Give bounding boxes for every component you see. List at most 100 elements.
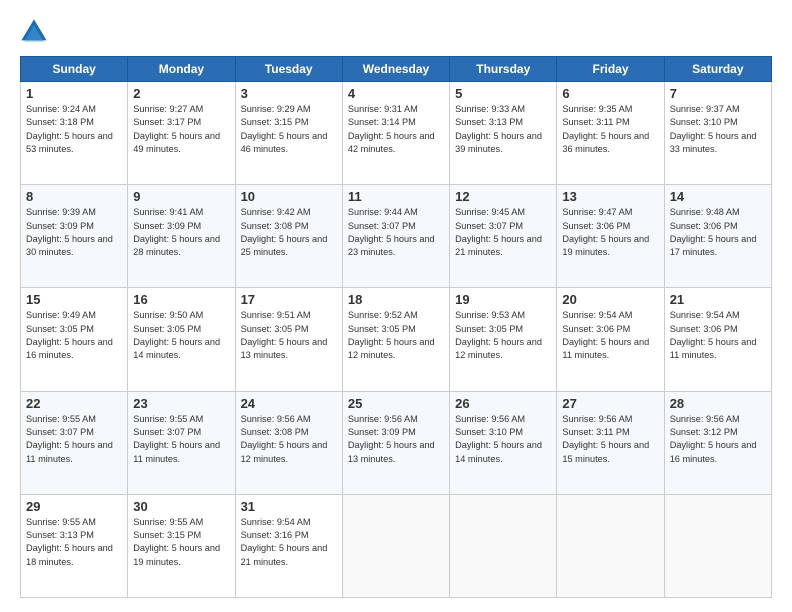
calendar-cell: 17 Sunrise: 9:51 AMSunset: 3:05 PMDayligh…: [235, 288, 342, 391]
calendar-cell: 3Sunrise: 9:29 AMSunset: 3:15 PMDaylight…: [235, 82, 342, 185]
cell-details: Sunrise: 9:56 AMSunset: 3:08 PMDaylight:…: [241, 413, 337, 466]
day-number: 14: [670, 189, 766, 204]
calendar-cell: 30Sunrise: 9:55 AMSunset: 3:15 PMDayligh…: [128, 494, 235, 597]
day-number: 17: [241, 292, 337, 307]
calendar-cell: 23 Sunrise: 9:55 AMSunset: 3:07 PMDayligh…: [128, 391, 235, 494]
calendar-cell: 28 Sunrise: 9:56 AMSunset: 3:12 PMDayligh…: [664, 391, 771, 494]
cell-details: Sunrise: 9:55 AMSunset: 3:07 PMDaylight:…: [133, 413, 229, 466]
cell-details: Sunrise: 9:42 AMSunset: 3:08 PMDaylight:…: [241, 206, 337, 259]
day-number: 15: [26, 292, 122, 307]
calendar-cell: 22 Sunrise: 9:55 AMSunset: 3:07 PMDayligh…: [21, 391, 128, 494]
calendar-cell: 2 Sunrise: 9:27 AMSunset: 3:17 PMDaylight…: [128, 82, 235, 185]
cell-details: Sunrise: 9:37 AMSunset: 3:10 PMDaylight:…: [670, 103, 766, 156]
cell-details: Sunrise: 9:49 AMSunset: 3:05 PMDaylight:…: [26, 309, 122, 362]
calendar-header-wednesday: Wednesday: [342, 57, 449, 82]
day-number: 25: [348, 396, 444, 411]
calendar-cell: 12 Sunrise: 9:45 AMSunset: 3:07 PMDayligh…: [450, 185, 557, 288]
calendar-header-thursday: Thursday: [450, 57, 557, 82]
cell-details: Sunrise: 9:33 AMSunset: 3:13 PMDaylight:…: [455, 103, 551, 156]
day-number: 4: [348, 86, 444, 101]
day-number: 11: [348, 189, 444, 204]
day-number: 13: [562, 189, 658, 204]
cell-details: Sunrise: 9:55 AMSunset: 3:07 PMDaylight:…: [26, 413, 122, 466]
cell-details: Sunrise: 9:56 AMSunset: 3:10 PMDaylight:…: [455, 413, 551, 466]
cell-details: Sunrise: 9:55 AMSunset: 3:15 PMDaylight:…: [133, 516, 229, 569]
calendar-cell: 25 Sunrise: 9:56 AMSunset: 3:09 PMDayligh…: [342, 391, 449, 494]
calendar-week-5: 29 Sunrise: 9:55 AMSunset: 3:13 PMDayligh…: [21, 494, 772, 597]
calendar-week-4: 22 Sunrise: 9:55 AMSunset: 3:07 PMDayligh…: [21, 391, 772, 494]
calendar-cell: 29 Sunrise: 9:55 AMSunset: 3:13 PMDayligh…: [21, 494, 128, 597]
day-number: 5: [455, 86, 551, 101]
cell-details: Sunrise: 9:56 AMSunset: 3:11 PMDaylight:…: [562, 413, 658, 466]
calendar-header-monday: Monday: [128, 57, 235, 82]
day-number: 24: [241, 396, 337, 411]
day-number: 2: [133, 86, 229, 101]
page: SundayMondayTuesdayWednesdayThursdayFrid…: [0, 0, 792, 612]
cell-details: Sunrise: 9:50 AMSunset: 3:05 PMDaylight:…: [133, 309, 229, 362]
cell-details: Sunrise: 9:56 AMSunset: 3:12 PMDaylight:…: [670, 413, 766, 466]
cell-details: Sunrise: 9:51 AMSunset: 3:05 PMDaylight:…: [241, 309, 337, 362]
day-number: 29: [26, 499, 122, 514]
calendar-cell: [557, 494, 664, 597]
cell-details: Sunrise: 9:54 AMSunset: 3:16 PMDaylight:…: [241, 516, 337, 569]
cell-details: Sunrise: 9:44 AMSunset: 3:07 PMDaylight:…: [348, 206, 444, 259]
calendar-week-1: 1Sunrise: 9:24 AMSunset: 3:18 PMDaylight…: [21, 82, 772, 185]
calendar-cell: 16Sunrise: 9:50 AMSunset: 3:05 PMDayligh…: [128, 288, 235, 391]
cell-details: Sunrise: 9:31 AMSunset: 3:14 PMDaylight:…: [348, 103, 444, 156]
calendar-cell: 14 Sunrise: 9:48 AMSunset: 3:06 PMDayligh…: [664, 185, 771, 288]
day-number: 26: [455, 396, 551, 411]
calendar-cell: 10Sunrise: 9:42 AMSunset: 3:08 PMDayligh…: [235, 185, 342, 288]
day-number: 1: [26, 86, 122, 101]
calendar-cell: 27Sunrise: 9:56 AMSunset: 3:11 PMDayligh…: [557, 391, 664, 494]
day-number: 31: [241, 499, 337, 514]
calendar-header-row: SundayMondayTuesdayWednesdayThursdayFrid…: [21, 57, 772, 82]
calendar-cell: 15 Sunrise: 9:49 AMSunset: 3:05 PMDayligh…: [21, 288, 128, 391]
day-number: 8: [26, 189, 122, 204]
calendar-cell: 31 Sunrise: 9:54 AMSunset: 3:16 PMDayligh…: [235, 494, 342, 597]
cell-details: Sunrise: 9:45 AMSunset: 3:07 PMDaylight:…: [455, 206, 551, 259]
cell-details: Sunrise: 9:39 AMSunset: 3:09 PMDaylight:…: [26, 206, 122, 259]
day-number: 28: [670, 396, 766, 411]
calendar-cell: 11 Sunrise: 9:44 AMSunset: 3:07 PMDayligh…: [342, 185, 449, 288]
cell-details: Sunrise: 9:47 AMSunset: 3:06 PMDaylight:…: [562, 206, 658, 259]
calendar-week-3: 15 Sunrise: 9:49 AMSunset: 3:05 PMDayligh…: [21, 288, 772, 391]
calendar-cell: 21 Sunrise: 9:54 AMSunset: 3:06 PMDayligh…: [664, 288, 771, 391]
cell-details: Sunrise: 9:52 AMSunset: 3:05 PMDaylight:…: [348, 309, 444, 362]
calendar-header-sunday: Sunday: [21, 57, 128, 82]
cell-details: Sunrise: 9:55 AMSunset: 3:13 PMDaylight:…: [26, 516, 122, 569]
logo: [20, 18, 52, 46]
day-number: 22: [26, 396, 122, 411]
calendar-body: 1Sunrise: 9:24 AMSunset: 3:18 PMDaylight…: [21, 82, 772, 598]
calendar-cell: 5 Sunrise: 9:33 AMSunset: 3:13 PMDaylight…: [450, 82, 557, 185]
calendar-cell: 9Sunrise: 9:41 AMSunset: 3:09 PMDaylight…: [128, 185, 235, 288]
day-number: 23: [133, 396, 229, 411]
calendar-header-tuesday: Tuesday: [235, 57, 342, 82]
calendar-table: SundayMondayTuesdayWednesdayThursdayFrid…: [20, 56, 772, 598]
cell-details: Sunrise: 9:29 AMSunset: 3:15 PMDaylight:…: [241, 103, 337, 156]
day-number: 20: [562, 292, 658, 307]
calendar-cell: 26 Sunrise: 9:56 AMSunset: 3:10 PMDayligh…: [450, 391, 557, 494]
calendar-cell: 24 Sunrise: 9:56 AMSunset: 3:08 PMDayligh…: [235, 391, 342, 494]
cell-details: Sunrise: 9:54 AMSunset: 3:06 PMDaylight:…: [670, 309, 766, 362]
logo-icon: [20, 18, 48, 46]
calendar-cell: 1Sunrise: 9:24 AMSunset: 3:18 PMDaylight…: [21, 82, 128, 185]
day-number: 6: [562, 86, 658, 101]
calendar-header-saturday: Saturday: [664, 57, 771, 82]
cell-details: Sunrise: 9:48 AMSunset: 3:06 PMDaylight:…: [670, 206, 766, 259]
calendar-cell: [664, 494, 771, 597]
calendar-cell: 7Sunrise: 9:37 AMSunset: 3:10 PMDaylight…: [664, 82, 771, 185]
day-number: 19: [455, 292, 551, 307]
day-number: 21: [670, 292, 766, 307]
day-number: 9: [133, 189, 229, 204]
cell-details: Sunrise: 9:54 AMSunset: 3:06 PMDaylight:…: [562, 309, 658, 362]
calendar-cell: 8 Sunrise: 9:39 AMSunset: 3:09 PMDaylight…: [21, 185, 128, 288]
cell-details: Sunrise: 9:53 AMSunset: 3:05 PMDaylight:…: [455, 309, 551, 362]
header: [20, 18, 772, 46]
day-number: 12: [455, 189, 551, 204]
calendar-cell: 4 Sunrise: 9:31 AMSunset: 3:14 PMDaylight…: [342, 82, 449, 185]
calendar-cell: 20 Sunrise: 9:54 AMSunset: 3:06 PMDayligh…: [557, 288, 664, 391]
cell-details: Sunrise: 9:56 AMSunset: 3:09 PMDaylight:…: [348, 413, 444, 466]
cell-details: Sunrise: 9:27 AMSunset: 3:17 PMDaylight:…: [133, 103, 229, 156]
calendar-cell: 18Sunrise: 9:52 AMSunset: 3:05 PMDayligh…: [342, 288, 449, 391]
calendar-cell: [450, 494, 557, 597]
